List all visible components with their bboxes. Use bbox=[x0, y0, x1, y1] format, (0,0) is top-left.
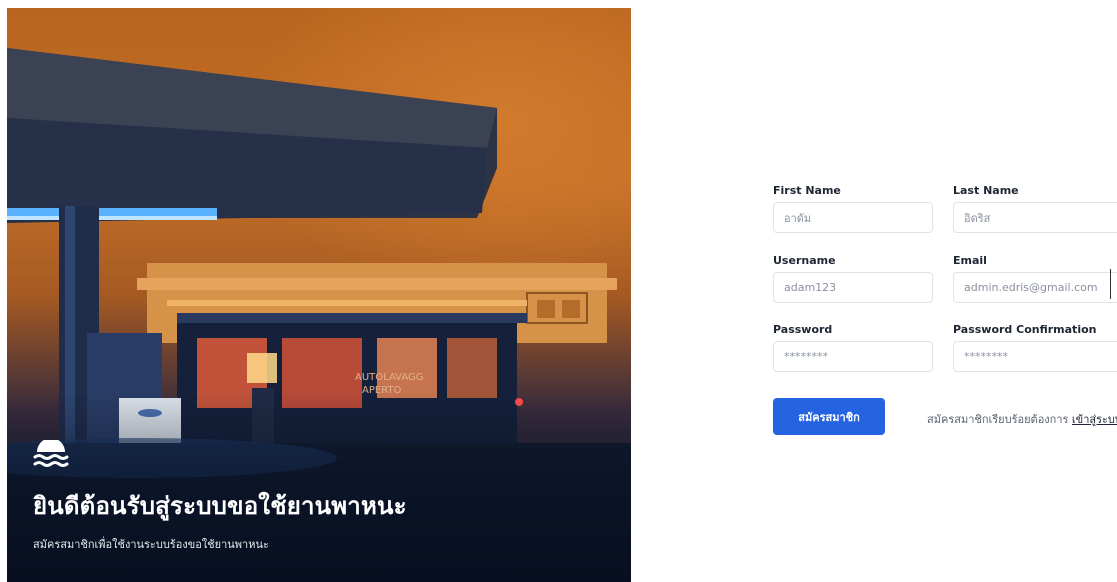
email-input[interactable]: admin.edris@gmail.com bbox=[953, 272, 1117, 303]
password-label: Password bbox=[773, 323, 833, 336]
hero-title: ยินดีต้อนรับสู่ระบบขอใช้ยานพาหนะ bbox=[33, 492, 407, 520]
email-label: Email bbox=[953, 254, 987, 267]
car-wash-sign: AUTOLAVAGG bbox=[355, 372, 424, 383]
login-prompt: สมัครสมาชิกเรียบร้อยต้องการ เข้าสู่ระบบ bbox=[927, 410, 1117, 428]
first-name-input[interactable]: อาดัม bbox=[773, 202, 933, 233]
hero-panel: AUTOLAVAGG APERTO ยินดีต้อนรับสู่ระบบขอใ… bbox=[7, 8, 631, 582]
hero-subtitle: สมัครสมาชิกเพื่อใช้งานระบบร้องขอใช้ยานพา… bbox=[33, 538, 269, 551]
password-confirmation-input[interactable]: ******** bbox=[953, 341, 1117, 372]
last-name-label: Last Name bbox=[953, 184, 1019, 197]
register-button[interactable]: สมัครสมาชิก bbox=[773, 398, 885, 435]
email-group: Email admin.edris@gmail.com bbox=[953, 254, 1117, 303]
login-prompt-text: สมัครสมาชิกเรียบร้อยต้องการ bbox=[927, 413, 1069, 426]
password-confirmation-label: Password Confirmation bbox=[953, 323, 1097, 336]
password-input[interactable]: ******** bbox=[773, 341, 933, 372]
username-label: Username bbox=[773, 254, 836, 267]
username-group: Username adam123 bbox=[773, 254, 933, 303]
first-name-group: First Name อาดัม bbox=[773, 184, 933, 233]
last-name-group: Last Name อิดริส bbox=[953, 184, 1117, 233]
username-input[interactable]: adam123 bbox=[773, 272, 933, 303]
water-waves-icon bbox=[33, 440, 69, 467]
last-name-input[interactable]: อิดริส bbox=[953, 202, 1117, 233]
text-cursor bbox=[1110, 269, 1111, 299]
password-group: Password ******** bbox=[773, 323, 933, 372]
first-name-label: First Name bbox=[773, 184, 841, 197]
password-confirmation-group: Password Confirmation ******** bbox=[953, 323, 1117, 372]
login-link[interactable]: เข้าสู่ระบบ bbox=[1072, 413, 1117, 426]
